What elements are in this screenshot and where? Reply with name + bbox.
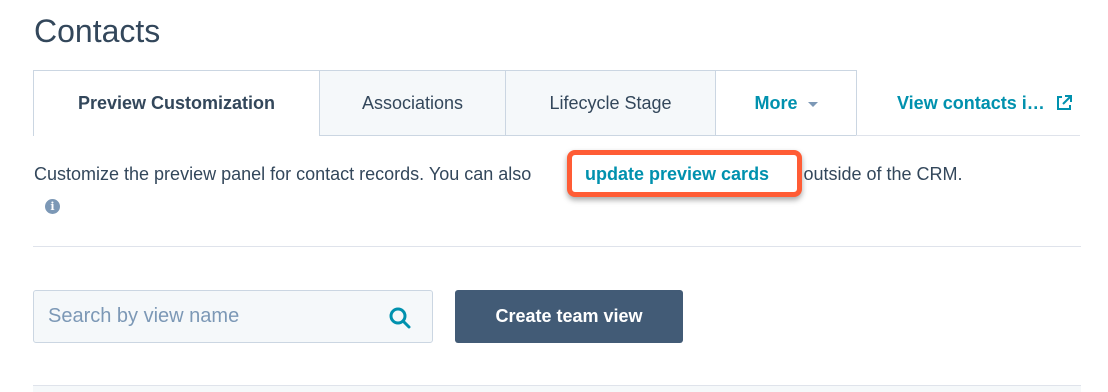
tab-label: More bbox=[754, 92, 798, 113]
description-text: Customize the preview panel for contact … bbox=[34, 162, 963, 186]
tab-more-dropdown[interactable]: More bbox=[716, 70, 857, 136]
tab-bar-underline bbox=[856, 135, 1080, 136]
views-table-header bbox=[33, 385, 1081, 392]
description-hidden-char: o bbox=[521, 164, 532, 184]
tab-label: Preview Customization bbox=[77, 93, 276, 113]
search-field bbox=[33, 290, 433, 343]
caret-down-icon bbox=[807, 101, 818, 107]
tab-lifecycle-stage[interactable]: Lifecycle Stage bbox=[506, 70, 716, 136]
tab-label: Lifecycle Stage bbox=[549, 92, 672, 113]
page-title: Contacts bbox=[34, 13, 161, 49]
update-preview-cards-link[interactable]: update preview cards bbox=[585, 162, 769, 186]
external-link-icon bbox=[1055, 94, 1073, 112]
tab-bar: Preview Customization Associations Lifec… bbox=[33, 70, 857, 136]
search-icon[interactable] bbox=[388, 306, 412, 330]
section-divider bbox=[33, 246, 1081, 247]
tab-associations[interactable]: Associations bbox=[320, 70, 506, 136]
info-icon[interactable]: i bbox=[45, 199, 60, 214]
contacts-settings-page: Contacts Preview Customization Associati… bbox=[0, 0, 1108, 392]
view-contacts-label: View contacts i… bbox=[897, 92, 1045, 113]
create-team-view-button[interactable]: Create team view bbox=[455, 290, 683, 343]
view-contacts-link[interactable]: View contacts i… bbox=[897, 70, 1073, 136]
description-prefix: Customize the preview panel for contact … bbox=[34, 164, 522, 184]
tab-label: Associations bbox=[361, 92, 464, 113]
search-input[interactable] bbox=[34, 291, 388, 342]
tab-preview-customization[interactable]: Preview Customization bbox=[33, 70, 320, 136]
